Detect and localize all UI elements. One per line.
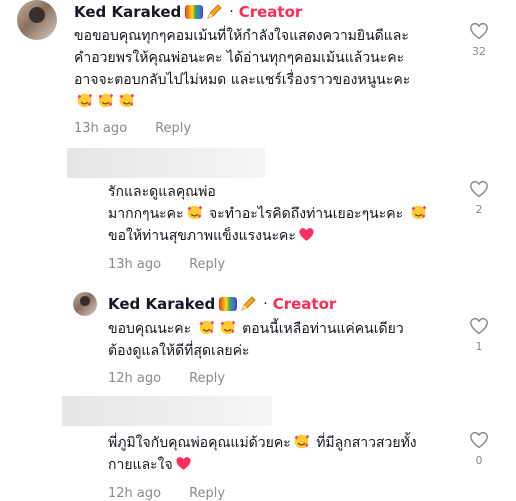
reply-button[interactable]: Reply	[155, 121, 191, 136]
reply-button[interactable]: Reply	[189, 371, 225, 386]
like-count: 2	[475, 203, 483, 216]
smiling-face-with-hearts-emoji	[98, 93, 114, 108]
timestamp: 13h ago	[74, 121, 128, 136]
comment-line: พี่ภูมิใจกับคุณพ่อคุณแม่ด้วยคะ	[108, 435, 291, 451]
smiling-face-with-hearts-emoji	[220, 320, 235, 335]
comment-line: มากกๆนะคะ	[108, 206, 184, 222]
smiling-face-with-hearts-emoji	[77, 93, 93, 108]
like-count: 0	[475, 454, 483, 467]
like-button[interactable]: 1	[467, 317, 491, 353]
comment-text: ขอขอบคุณทุกๆคอมเม้นที่ให้กำลังใจแสดงความ…	[74, 25, 410, 113]
like-count: 32	[472, 45, 486, 58]
username[interactable]: Ked Karaked	[108, 295, 215, 313]
like-button[interactable]: 0	[467, 431, 491, 467]
pencil-icon	[207, 4, 222, 19]
like-button[interactable]: 2	[467, 180, 491, 216]
separator-dot: ·	[229, 4, 234, 20]
blurred-user-header	[67, 148, 265, 178]
comment-line: รักและดูแลคุณพ่อ	[108, 184, 216, 200]
rainbow-icon	[185, 5, 204, 19]
creator-badge: Creator	[238, 3, 303, 21]
separator-dot: ·	[263, 296, 268, 312]
pencil-icon	[241, 296, 256, 311]
heart-emoji	[176, 457, 191, 470]
smiling-face-with-hearts-emoji	[119, 93, 135, 108]
heart-outline-icon	[470, 431, 488, 449]
comment-text: รักและดูแลคุณพ่อ มากกๆนะคะ จะทำอะไรคิดถึ…	[108, 181, 429, 247]
heart-emoji	[299, 228, 314, 241]
heart-outline-icon	[470, 317, 488, 335]
like-button[interactable]: 32	[467, 22, 491, 58]
avatar[interactable]	[17, 0, 57, 40]
comment-meta: 13h ago Reply	[108, 257, 225, 272]
blurred-user-header	[62, 396, 272, 426]
timestamp: 13h ago	[108, 257, 162, 272]
comment-text: พี่ภูมิใจกับคุณพ่อคุณแม่ด้วยคะ ที่มีลูกส…	[108, 432, 417, 476]
rainbow-icon	[219, 297, 238, 311]
smiling-face-with-hearts-emoji	[294, 434, 309, 449]
comment-item: Ked Karaked · Creator ขอบคุณนะคะ ตอนนี้เ…	[0, 290, 516, 390]
comment-line: จะทำอะไรคิดถึงท่านเยอะๆนะคะ	[209, 206, 404, 222]
smiling-face-with-hearts-emoji	[199, 320, 214, 335]
reply-button[interactable]: Reply	[189, 257, 225, 272]
comment-line: ขอขอบคุณทุกๆคอมเม้นที่ให้กำลังใจแสดงความ…	[74, 28, 409, 44]
like-count: 1	[475, 340, 483, 353]
comment-line: ที่มีลูกสาวสวยทั้ง	[316, 435, 417, 451]
comment-line: อาจจะตอบกลับไปไม่หมด และแชร์เรื่องราวของ…	[74, 72, 411, 88]
comment-item: พี่ภูมิใจกับคุณพ่อคุณแม่ด้วยคะ ที่มีลูกส…	[0, 396, 516, 501]
smiling-face-with-hearts-emoji	[411, 205, 426, 220]
creator-badge: Creator	[272, 295, 337, 313]
comment-line: กายและใจ	[108, 457, 173, 473]
comment-meta: 12h ago Reply	[108, 371, 225, 386]
comment-item: รักและดูแลคุณพ่อ มากกๆนะคะ จะทำอะไรคิดถึ…	[0, 148, 516, 278]
comment-item: Ked Karaked · Creator ขอขอบคุณทุกๆคอมเม้…	[0, 0, 516, 140]
heart-outline-icon	[470, 180, 488, 198]
comment-line: ต้องดูแลให้ดีที่สุดเลยค่ะ	[108, 343, 250, 359]
comment-line: ขอบคุณนะคะ	[108, 321, 192, 337]
username[interactable]: Ked Karaked	[74, 3, 181, 21]
reply-button[interactable]: Reply	[189, 486, 225, 501]
timestamp: 12h ago	[108, 486, 162, 501]
avatar[interactable]	[73, 292, 97, 316]
comment-line: ตอนนี้เหลือท่านแค่คนเดียว	[242, 321, 404, 337]
comment-meta: 13h ago Reply	[74, 121, 191, 136]
comment-meta: 12h ago Reply	[108, 486, 225, 501]
comment-line: คำอวยพรให้คุณพ่อนะคะ ได้อ่านทุกๆคอมเม้นแ…	[74, 50, 405, 66]
timestamp: 12h ago	[108, 371, 162, 386]
comment-line: ขอให้ท่านสุขภาพแข็งแรงนะคะ	[108, 228, 296, 244]
smiling-face-with-hearts-emoji	[187, 205, 202, 220]
heart-outline-icon	[470, 22, 488, 40]
comment-header: Ked Karaked · Creator	[74, 3, 302, 21]
comment-header: Ked Karaked · Creator	[108, 295, 336, 313]
comment-text: ขอบคุณนะคะ ตอนนี้เหลือท่านแค่คนเดียว ต้อ…	[108, 318, 404, 362]
